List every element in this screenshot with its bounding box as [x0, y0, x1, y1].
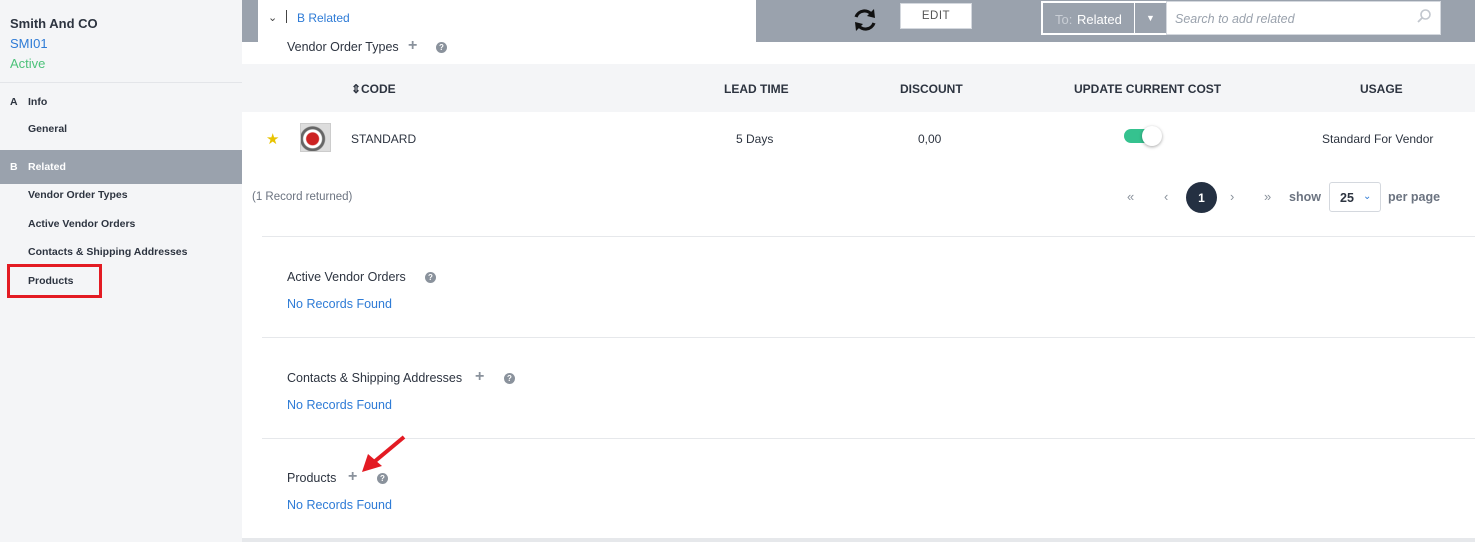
red-arrow-icon: [362, 435, 406, 472]
table-header: ⇕ CODE LEAD TIME DISCOUNT UPDATE CURRENT…: [242, 64, 1475, 112]
update-cost-toggle[interactable]: [1124, 126, 1162, 146]
sidebar-item-contacts[interactable]: Contacts & Shipping Addresses: [28, 246, 187, 258]
status-label: Active: [10, 56, 46, 71]
column-discount[interactable]: DISCOUNT: [900, 82, 963, 96]
section-divider: [262, 438, 1475, 439]
toggle-knob: [1142, 126, 1162, 146]
column-code[interactable]: CODE: [361, 82, 396, 96]
add-contact-icon[interactable]: +: [475, 368, 484, 386]
star-icon[interactable]: ★: [266, 130, 279, 148]
products-empty: No Records Found: [287, 498, 392, 512]
sidebar-section-info[interactable]: A Info: [0, 85, 242, 119]
product-thumbnail: [300, 123, 331, 152]
edit-button[interactable]: EDIT: [900, 3, 972, 29]
main-panel: ⌄ B Related EDIT To: Related ▼ Search to…: [242, 0, 1475, 542]
first-page-icon[interactable]: «: [1127, 189, 1134, 204]
last-page-icon[interactable]: »: [1264, 189, 1271, 204]
contacts-title: Contacts & Shipping Addresses: [287, 371, 463, 385]
cell-usage: Standard For Vendor: [1322, 132, 1434, 146]
sidebar-divider: [0, 82, 242, 83]
next-page-icon[interactable]: ›: [1230, 189, 1234, 204]
per-page-value: 25: [1340, 191, 1354, 205]
search-input[interactable]: Search to add related: [1166, 1, 1441, 35]
contacts-empty: No Records Found: [287, 398, 392, 412]
column-usage[interactable]: USAGE: [1360, 82, 1403, 96]
help-icon[interactable]: ?: [504, 373, 515, 384]
highlight-box: [7, 264, 102, 298]
sidebar: Smith And CO SMI01 Active A Info General…: [0, 0, 242, 542]
sidebar-item-general[interactable]: General: [28, 123, 67, 135]
per-page-label: per page: [1388, 190, 1441, 204]
active-vendor-orders-title: Active Vendor Orders: [287, 270, 406, 284]
sort-icon[interactable]: ⇕: [351, 82, 361, 96]
cell-discount: 0,00: [918, 132, 942, 146]
products-title: Products: [287, 471, 337, 485]
tab-separator: [286, 10, 287, 23]
section-letter: B: [10, 161, 18, 173]
help-icon[interactable]: ?: [436, 42, 447, 53]
section-divider: [262, 337, 1475, 338]
cell-code: STANDARD: [351, 132, 417, 146]
table-row[interactable]: ★ STANDARD 5 Days 0,00 Standard For Vend…: [242, 112, 1475, 164]
column-update-current-cost[interactable]: UPDATE CURRENT COST: [1074, 82, 1221, 96]
cell-lead-time: 5 Days: [736, 132, 774, 146]
sidebar-item-vendor-order-types[interactable]: Vendor Order Types: [28, 189, 128, 201]
bottom-border: [242, 538, 1475, 542]
column-lead-time[interactable]: LEAD TIME: [724, 82, 789, 96]
page-current[interactable]: 1: [1186, 182, 1217, 213]
section-label: Info: [28, 96, 48, 108]
add-vendor-order-type-icon[interactable]: +: [408, 37, 417, 55]
company-name: Smith And CO: [10, 16, 98, 31]
chevron-down-icon[interactable]: ⌄: [268, 11, 277, 24]
company-code: SMI01: [10, 36, 48, 51]
help-icon[interactable]: ?: [425, 272, 436, 283]
section-letter: A: [10, 96, 18, 108]
records-count: (1 Record returned): [252, 191, 353, 203]
tab-related[interactable]: ⌄ B Related: [258, 0, 756, 42]
section-label: Related: [28, 161, 66, 173]
top-bar: ⌄ B Related EDIT To: Related ▼ Search to…: [242, 0, 1475, 42]
to-value: Related: [1077, 12, 1122, 27]
active-vendor-orders-empty: No Records Found: [287, 297, 392, 311]
vendor-order-types-title: Vendor Order Types: [287, 40, 399, 54]
add-product-icon[interactable]: +: [348, 468, 357, 486]
chevron-down-icon: ⌄: [1363, 191, 1372, 202]
tab-label: B Related: [297, 11, 350, 25]
refresh-icon[interactable]: [850, 5, 880, 35]
sidebar-section-related[interactable]: B Related: [0, 150, 242, 184]
prev-page-icon[interactable]: ‹: [1164, 189, 1168, 204]
per-page-select[interactable]: 25 ⌄: [1329, 182, 1381, 212]
search-placeholder: Search to add related: [1175, 12, 1295, 26]
section-divider: [262, 236, 1475, 237]
to-label: To:: [1055, 12, 1073, 27]
show-label: show: [1289, 190, 1321, 204]
search-icon[interactable]: [1416, 8, 1432, 24]
sidebar-item-active-vendor-orders[interactable]: Active Vendor Orders: [28, 218, 135, 230]
caret-down-icon[interactable]: ▼: [1134, 1, 1166, 35]
